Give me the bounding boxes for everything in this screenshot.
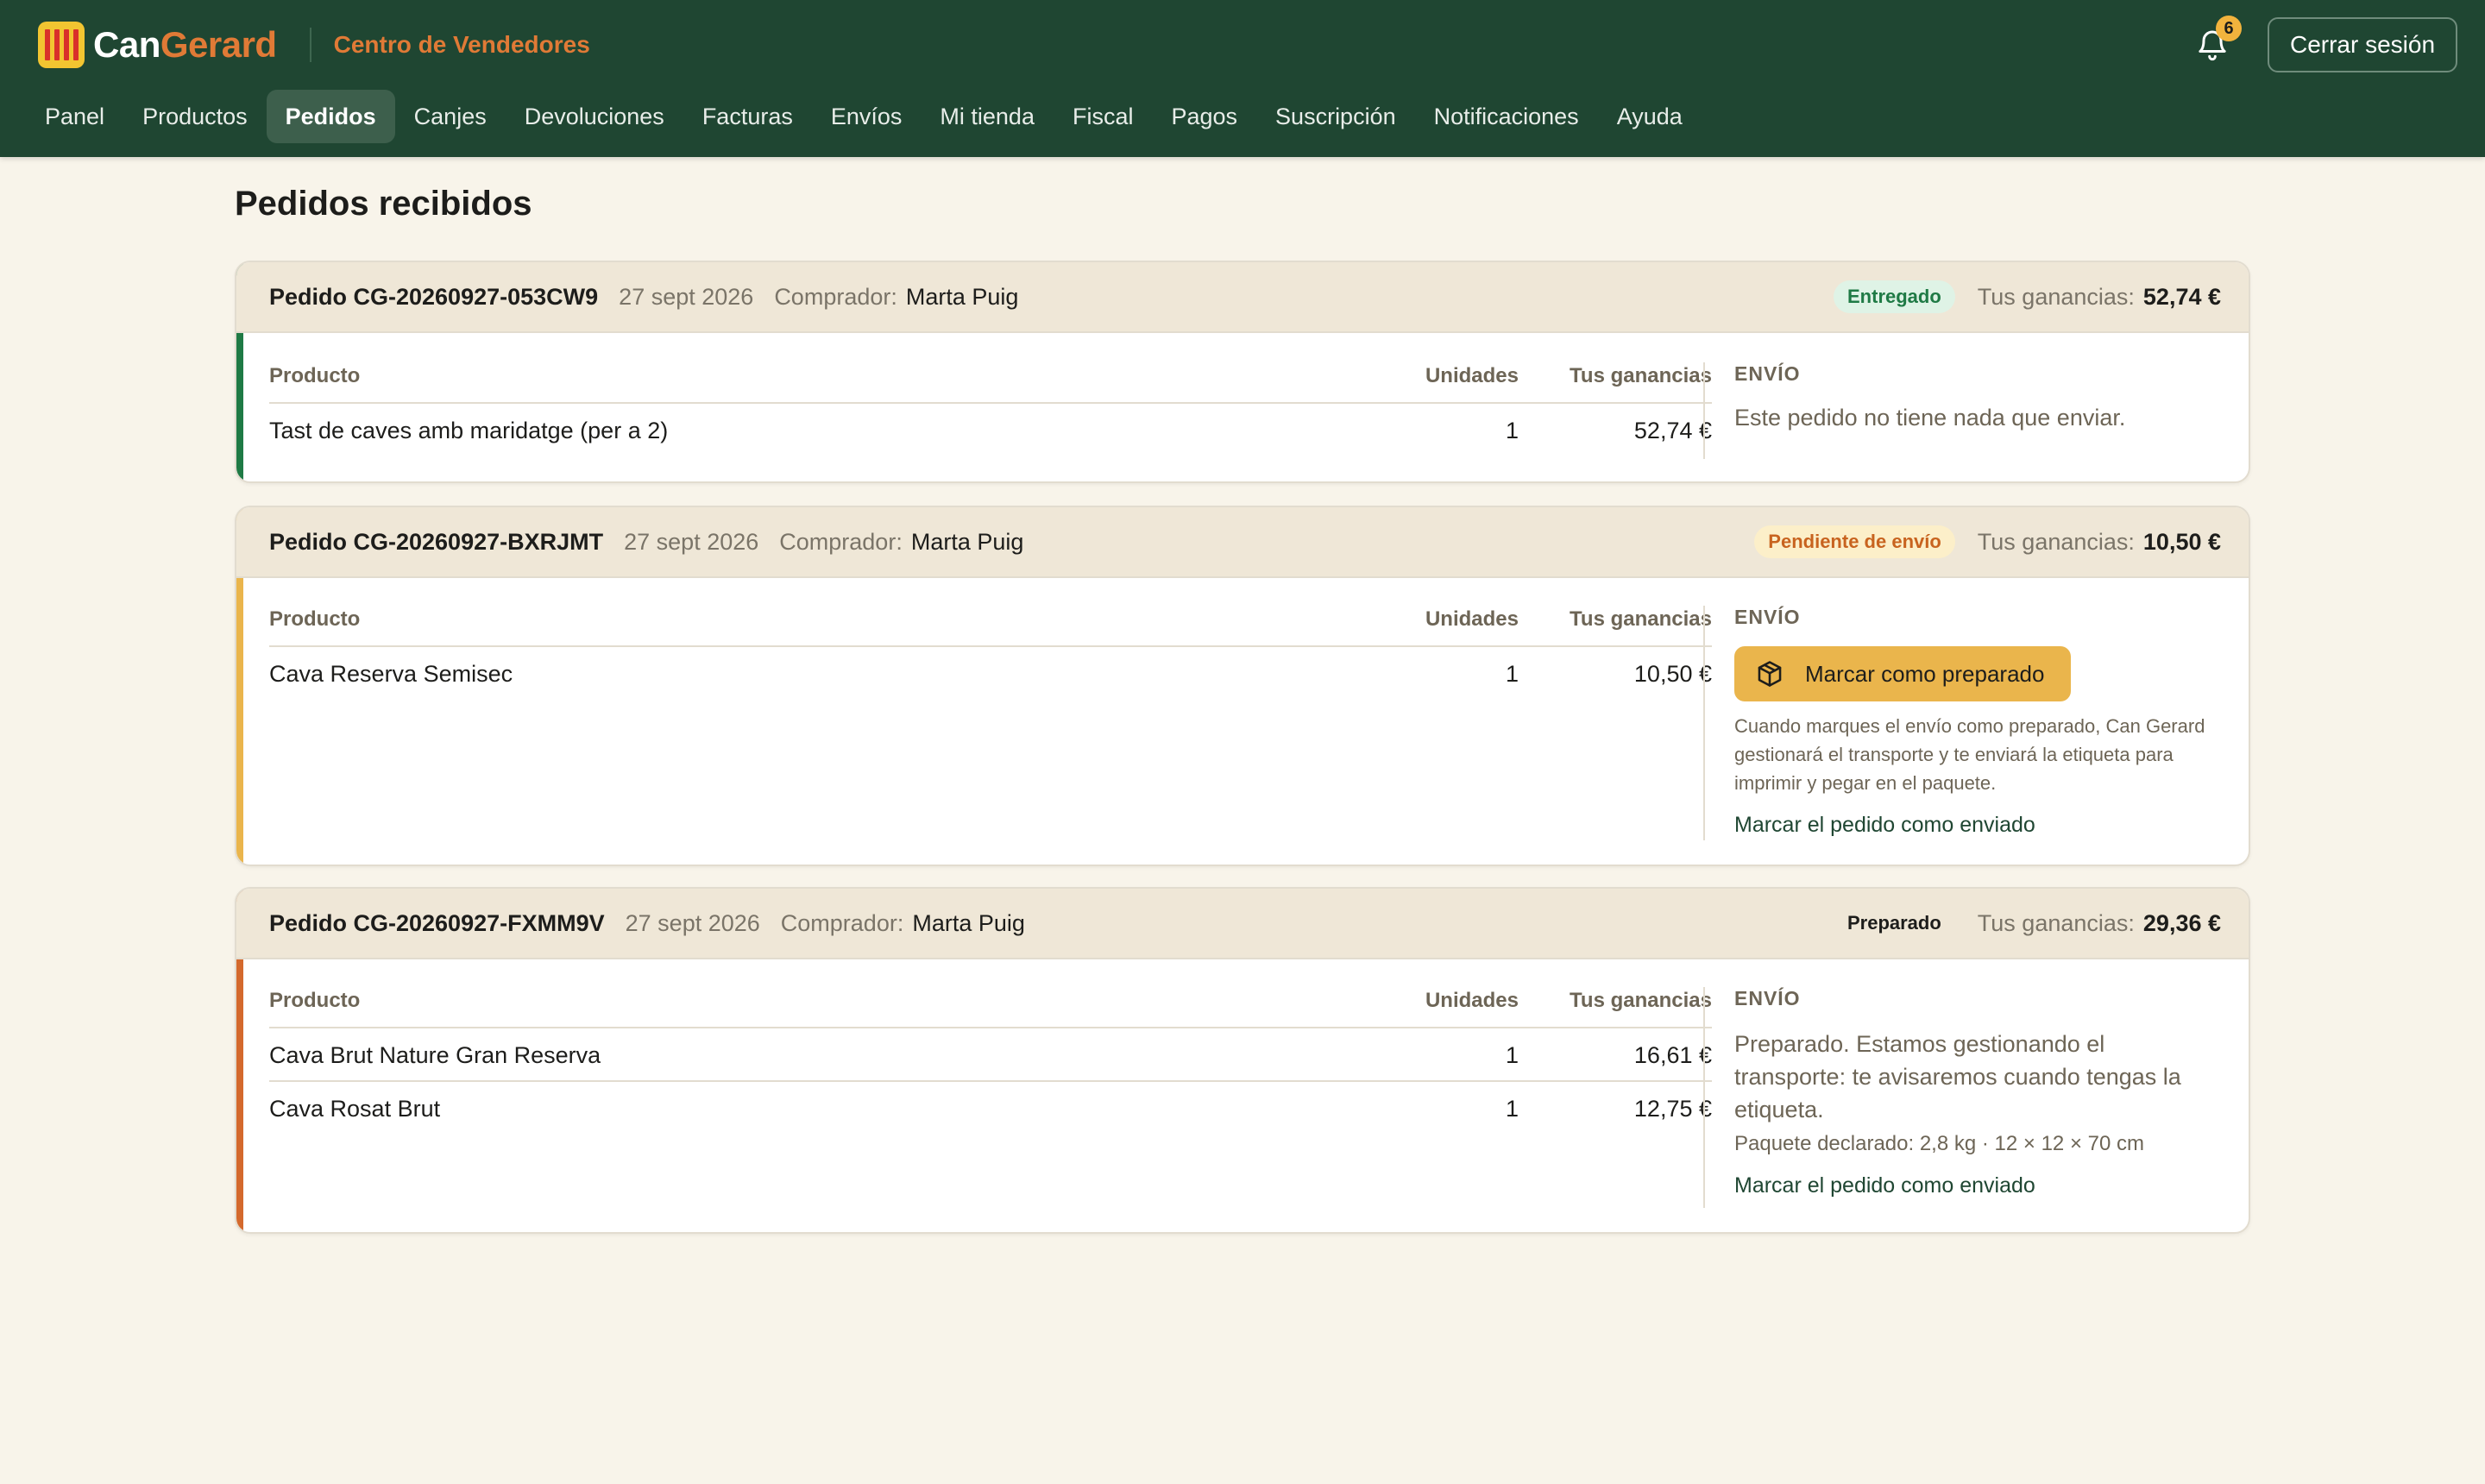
status-badge: Pendiente de envío [1754,525,1955,558]
logout-button[interactable]: Cerrar sesión [2268,17,2457,72]
top-header: CanGerard Centro de Vendedores 6 Cerrar … [0,0,2485,157]
order-date: 27 sept 2026 [619,283,754,310]
table-row: Tast de caves amb maridatge (per a 2) 1 … [269,402,1712,456]
item-units: 1 [1505,1042,1519,1068]
shipping-title: ENVÍO [1734,987,1801,1009]
brand[interactable]: CanGerard Centro de Vendedores [38,21,590,69]
order-card: Pedido CG-20260927-053CW9 27 sept 2026 C… [235,261,2250,483]
notifications-button[interactable]: 6 [2192,16,2242,66]
buyer-name: Marta Puig [905,283,1019,310]
nav-item-notificaciones[interactable]: Notificaciones [1415,90,1598,143]
earnings-total: 10,50 € [2142,528,2221,555]
col-header-product: Producto [269,364,361,387]
package-icon [1758,661,1782,687]
earnings-label: Tus ganancias: [1977,283,2135,310]
col-header-units: Unidades [1425,364,1519,387]
item-units: 1 [1505,418,1519,443]
item-earnings: 52,74 € [1633,418,1712,443]
table-row: Cava Brut Nature Gran Reserva 1 16,61 € [269,1027,1712,1080]
shipping-title: ENVÍO [1734,606,1801,628]
shipping-panel: ENVÍO Marcar como preparado Cuando marqu… [1703,606,2221,840]
order-date: 27 sept 2026 [625,909,760,936]
mark-prepared-button[interactable]: Marcar como preparado [1734,646,2071,701]
item-earnings: 10,50 € [1633,661,1712,687]
item-earnings: 16,61 € [1633,1042,1712,1068]
nav-item-envios[interactable]: Envíos [812,90,922,143]
item-product: Cava Reserva Semisec [269,661,513,687]
col-header-earnings: Tus ganancias [1570,989,1712,1012]
page-title: Pedidos recibidos [235,185,532,223]
shipping-title: ENVÍO [1734,362,1801,385]
order-card: Pedido CG-20260927-FXMM9V 27 sept 2026 C… [235,887,2250,1234]
earnings-label: Tus ganancias: [1977,909,2135,936]
earnings-label: Tus ganancias: [1977,528,2135,555]
brand-divider [309,28,311,62]
earnings-total: 29,36 € [2142,909,2221,936]
mark-prepared-label: Marcar como preparado [1805,660,2045,687]
nav-item-pedidos[interactable]: Pedidos [266,90,395,143]
col-header-earnings: Tus ganancias [1570,607,1712,631]
brand-name: CanGerard [93,24,277,65]
order-header: Pedido CG-20260927-BXRJMT 27 sept 2026 C… [236,507,2249,578]
brand-subtitle: Centro de Vendedores [333,31,590,58]
table-row: Cava Reserva Semisec 1 10,50 € [269,645,1712,699]
col-header-earnings: Tus ganancias [1570,364,1712,387]
buyer-name: Marta Puig [910,528,1024,555]
col-header-product: Producto [269,607,361,631]
nav-item-facturas[interactable]: Facturas [683,90,812,143]
col-header-units: Unidades [1425,989,1519,1012]
nav-item-suscripcion[interactable]: Suscripción [1256,90,1415,143]
shipping-help-text: Cuando marques el envío como preparado, … [1734,715,2205,794]
item-earnings: 12,75 € [1633,1096,1712,1122]
buyer-label: Comprador: [780,909,904,936]
item-product: Cava Rosat Brut [269,1096,441,1122]
table-row: Cava Rosat Brut 1 12,75 € [269,1080,1712,1134]
col-header-units: Unidades [1425,607,1519,631]
item-units: 1 [1505,1096,1519,1122]
order-id[interactable]: Pedido CG-20260927-BXRJMT [269,529,603,556]
buyer-label: Comprador: [774,283,897,310]
nav-item-canjes[interactable]: Canjes [395,90,506,143]
buyer-label: Comprador: [779,528,903,555]
order-header: Pedido CG-20260927-FXMM9V 27 sept 2026 C… [236,889,2249,959]
mark-sent-link[interactable]: Marcar el pedido como enviado [1734,813,2221,838]
item-product: Tast de caves amb maridatge (per a 2) [269,418,669,443]
shipping-panel: ENVÍO Este pedido no tiene nada que envi… [1703,362,2221,459]
item-product: Cava Brut Nature Gran Reserva [269,1042,601,1068]
notifications-count-badge: 6 [2216,16,2242,41]
nav-item-devoluciones[interactable]: Devoluciones [506,90,683,143]
main-nav: Panel Productos Pedidos Canjes Devolucio… [26,90,1702,143]
nav-item-mi-tienda[interactable]: Mi tienda [921,90,1054,143]
mark-sent-link[interactable]: Marcar el pedido como enviado [1734,1173,2221,1198]
status-badge: Entregado [1834,280,1955,313]
item-units: 1 [1505,661,1519,687]
nav-item-pagos[interactable]: Pagos [1152,90,1256,143]
nav-item-panel[interactable]: Panel [26,90,123,143]
order-id[interactable]: Pedido CG-20260927-FXMM9V [269,910,605,937]
earnings-total: 52,74 € [2142,283,2221,310]
shipping-panel: ENVÍO Preparado. Estamos gestionando el … [1703,987,2221,1208]
order-id[interactable]: Pedido CG-20260927-053CW9 [269,284,598,311]
order-card: Pedido CG-20260927-BXRJMT 27 sept 2026 C… [235,506,2250,866]
order-header: Pedido CG-20260927-053CW9 27 sept 2026 C… [236,262,2249,333]
package-info: Paquete declarado: 2,8 kg · 12 × 12 × 70… [1734,1132,2144,1155]
status-badge: Preparado [1846,912,1941,934]
shipping-status-text: Preparado. Estamos gestionando el transp… [1734,1031,2181,1122]
buyer-name: Marta Puig [912,909,1025,936]
shipping-status-text: Este pedido no tiene nada que enviar. [1734,405,2126,431]
nav-item-productos[interactable]: Productos [123,90,267,143]
order-date: 27 sept 2026 [624,528,759,555]
logo-icon [38,22,85,68]
col-header-product: Producto [269,989,361,1012]
nav-item-fiscal[interactable]: Fiscal [1054,90,1153,143]
nav-item-ayuda[interactable]: Ayuda [1598,90,1702,143]
